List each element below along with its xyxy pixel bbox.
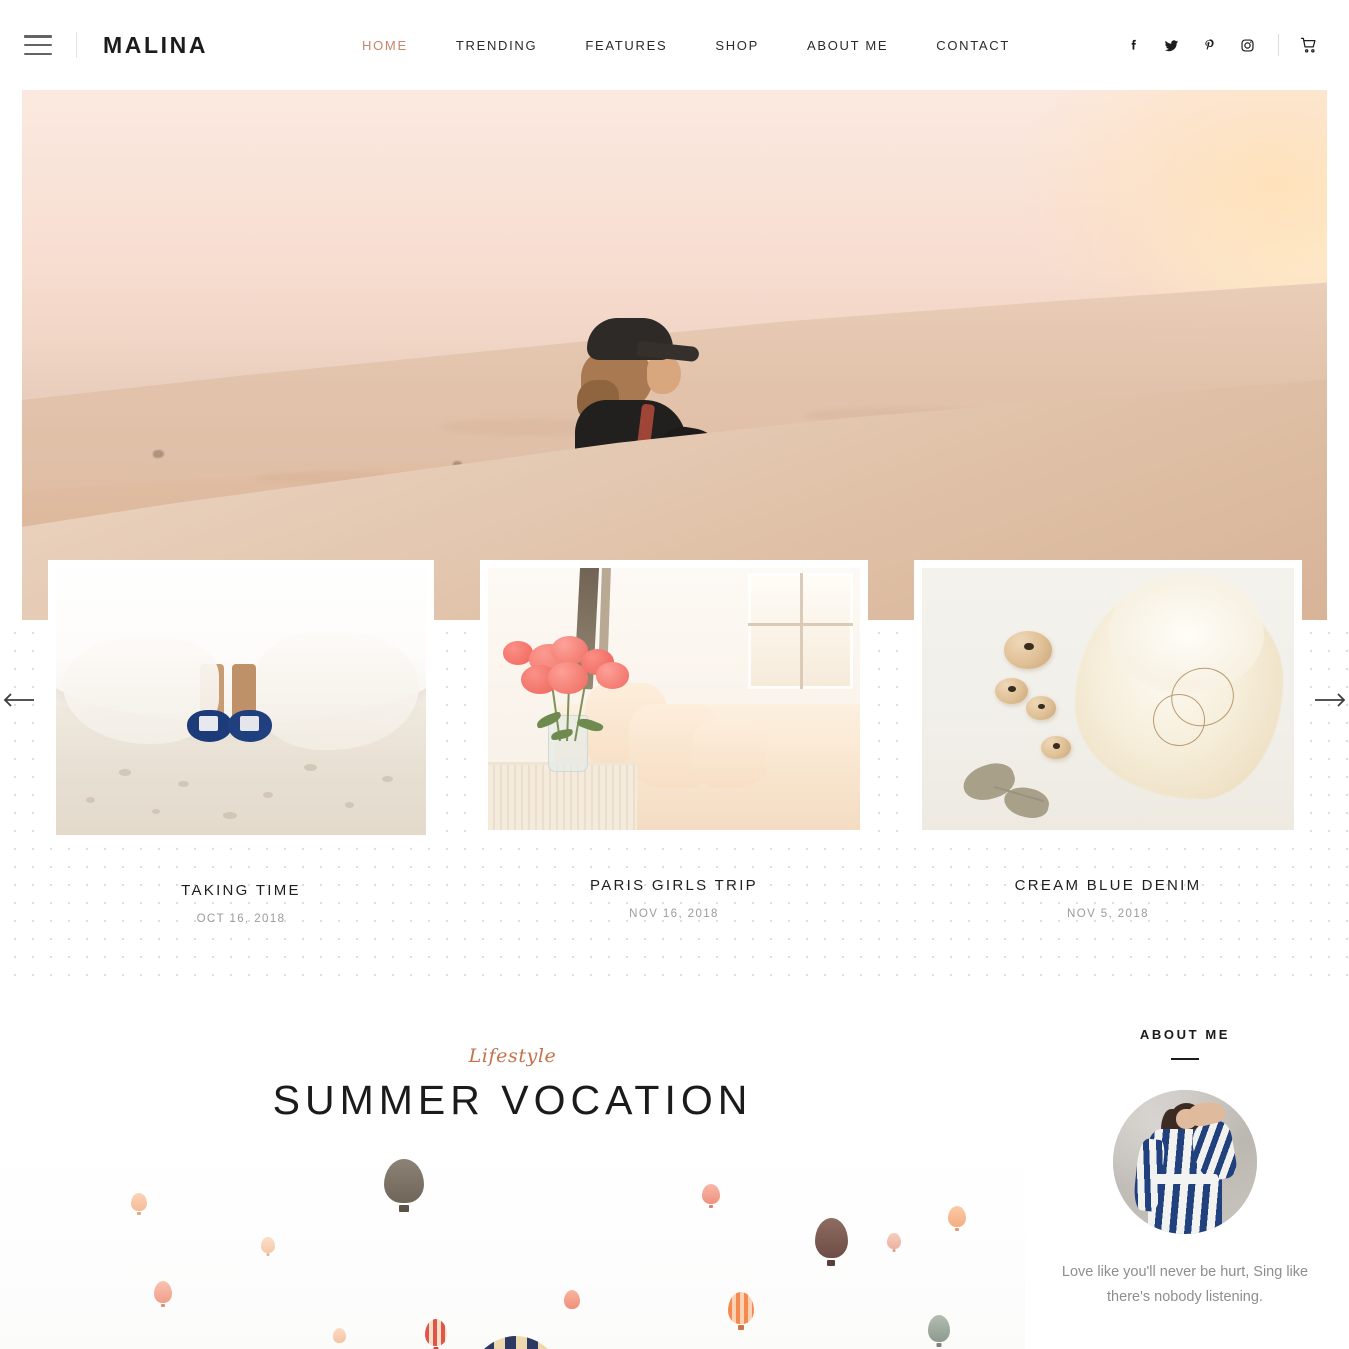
post-card-title[interactable]: PARIS GIRLS TRIP [480, 877, 868, 894]
balloon-main [461, 1336, 572, 1349]
post-card-image[interactable] [922, 568, 1294, 830]
balloon [425, 1319, 448, 1349]
about-me-quote: Love like you'll never be hurt, Sing lik… [1061, 1264, 1309, 1305]
posts-carousel: TAKING TIME OCT 16, 2018 PARIS GIRLS TRI… [0, 560, 1349, 983]
main-navigation: HOME TRENDING FEATURES SHOP ABOUT ME CON… [338, 38, 1034, 53]
nav-item-features[interactable]: FEATURES [561, 38, 691, 53]
pinterest-icon[interactable] [1190, 26, 1228, 64]
balloon [727, 1292, 754, 1331]
balloon [814, 1218, 848, 1267]
balloon [563, 1289, 580, 1312]
balloon [384, 1159, 425, 1213]
balloon [153, 1281, 172, 1308]
site-header: MALINA HOME TRENDING FEATURES SHOP ABOUT… [0, 0, 1349, 90]
cart-icon[interactable] [1291, 26, 1327, 64]
hero-slide[interactable] [22, 90, 1327, 620]
lower-section: Lifestyle SUMMER VOCATION ABOUT ME Love … [0, 983, 1349, 1349]
featured-post-image[interactable] [0, 1138, 1025, 1349]
post-card-date: OCT 16, 2018 [196, 913, 286, 925]
page-root: MALINA HOME TRENDING FEATURES SHOP ABOUT… [0, 0, 1349, 1349]
balloon [333, 1327, 347, 1346]
hamburger-bar [24, 35, 52, 38]
facebook-icon[interactable] [1114, 26, 1152, 64]
carousel-prev-arrow-icon[interactable] [2, 688, 36, 712]
post-card-image[interactable] [488, 568, 860, 830]
post-card[interactable]: PARIS GIRLS TRIP NOV 16, 2018 [480, 560, 868, 920]
hamburger-bar [24, 52, 52, 55]
nav-item-shop[interactable]: SHOP [691, 38, 783, 53]
header-right-tools [1114, 0, 1327, 90]
about-me-divider [1171, 1058, 1199, 1060]
post-card-frame [914, 560, 1302, 838]
post-card-image[interactable] [56, 568, 426, 835]
post-card-frame [480, 560, 868, 838]
carousel-next-arrow-icon[interactable] [1313, 688, 1347, 712]
balloon [948, 1205, 967, 1231]
post-card-frame [48, 560, 434, 843]
social-links [1114, 26, 1266, 64]
balloon [131, 1192, 148, 1215]
nav-item-contact[interactable]: CONTACT [912, 38, 1034, 53]
instagram-icon[interactable] [1228, 26, 1266, 64]
post-card[interactable]: CREAM BLUE DENIM NOV 5, 2018 [914, 560, 1302, 920]
about-me-title: ABOUT ME [1139, 1027, 1231, 1042]
balloon [886, 1232, 901, 1252]
header-tools-divider [1278, 34, 1279, 56]
hero-image [22, 90, 1327, 620]
site-logo[interactable]: MALINA [103, 32, 208, 59]
nav-item-about-me[interactable]: ABOUT ME [783, 38, 912, 53]
post-title[interactable]: SUMMER VOCATION [0, 1077, 1025, 1124]
featured-post-header: Lifestyle SUMMER VOCATION [0, 1045, 1025, 1124]
balloon [702, 1184, 721, 1209]
post-card-date: NOV 16, 2018 [629, 908, 719, 920]
nav-item-trending[interactable]: TRENDING [432, 38, 562, 53]
post-card[interactable]: TAKING TIME OCT 16, 2018 [48, 560, 434, 925]
post-category-label[interactable]: Lifestyle [0, 1045, 1025, 1067]
hamburger-bar [24, 43, 52, 47]
post-card-title[interactable]: CREAM BLUE DENIM [914, 877, 1302, 894]
hamburger-menu-icon[interactable] [24, 35, 52, 55]
twitter-icon[interactable] [1152, 26, 1190, 64]
post-card-title[interactable]: TAKING TIME [48, 882, 434, 899]
header-divider [76, 32, 77, 58]
avatar [1113, 1090, 1257, 1234]
balloon [261, 1237, 276, 1257]
post-card-date: NOV 5, 2018 [1067, 908, 1149, 920]
about-me-widget: ABOUT ME Love like you'll never be hurt,… [1045, 1027, 1325, 1310]
balloon [927, 1315, 950, 1348]
nav-item-home[interactable]: HOME [338, 38, 432, 53]
